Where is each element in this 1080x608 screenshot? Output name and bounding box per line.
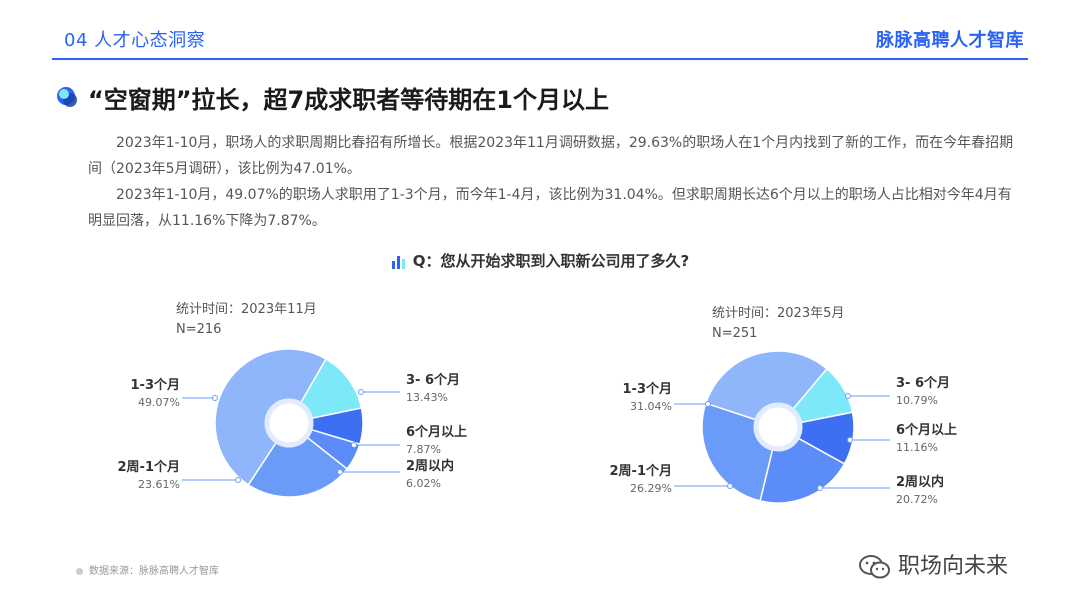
chart-2-leader-dot-4 [817,485,823,491]
chart-1-leader-dot-5 [235,477,241,483]
chart-1-leader-dot-2 [358,389,364,395]
chart-1-label-5: 2周-1个月 [118,459,181,475]
chart-2-label-2: 3- 6个月 [896,375,950,391]
chart-2-center-hole [753,402,803,452]
source-dot-icon [76,567,83,575]
donut-charts: 1-3个月 49.07% 3- 6个月 13.43% 6个月以上 7.87% 2周以内 6.0… [118,348,957,506]
chart-2-value-2: 10.79% [896,394,938,407]
chart-1-leader-dot-1 [212,395,218,401]
chart-1-leader-dot-3 [351,442,357,448]
chart-2-value-5: 26.29% [630,482,672,495]
chart-1-value-1: 49.07% [138,396,180,409]
source-text: 数据来源：脉脉高聘人才智库 [89,566,219,577]
chart-2-leader-dot-3 [847,437,853,443]
wechat-icon [859,555,890,579]
chart-1-value-4: 6.02% [406,477,441,490]
chart-2-value-3: 11.16% [896,441,938,454]
chart-1-value-3: 7.87% [406,443,441,456]
chart-2-label-5: 2周-1个月 [610,463,673,479]
chart-1-value-2: 13.43% [406,391,448,404]
chart-1-label-1: 1-3个月 [131,377,181,393]
chart-2-label-1: 1-3个月 [623,381,673,397]
chart-2-leader-dot-2 [845,393,851,399]
chart-2-leader-dot-1 [705,401,711,407]
watermark-text: 职场向未来 [898,554,1009,579]
chart-2-label-3: 6个月以上 [896,422,957,438]
watermark: 职场向未来 [858,548,1008,580]
chart-1-leader-dot-4 [337,469,343,475]
chart-2-label-4: 2周以内 [896,474,944,490]
chart-1-value-5: 23.61% [138,478,180,491]
chart-2-value-1: 31.04% [630,400,672,413]
source-note: 数据来源：脉脉高聘人才智库 [76,562,219,577]
chart-1-label-4: 2周以内 [406,458,454,474]
chart-1-center-hole [264,398,314,448]
chart-2-value-4: 20.72% [896,493,938,506]
chart-1-label-2: 3- 6个月 [406,372,460,388]
chart-1-label-3: 6个月以上 [406,424,467,440]
chart-2-leader-dot-5 [727,483,733,489]
